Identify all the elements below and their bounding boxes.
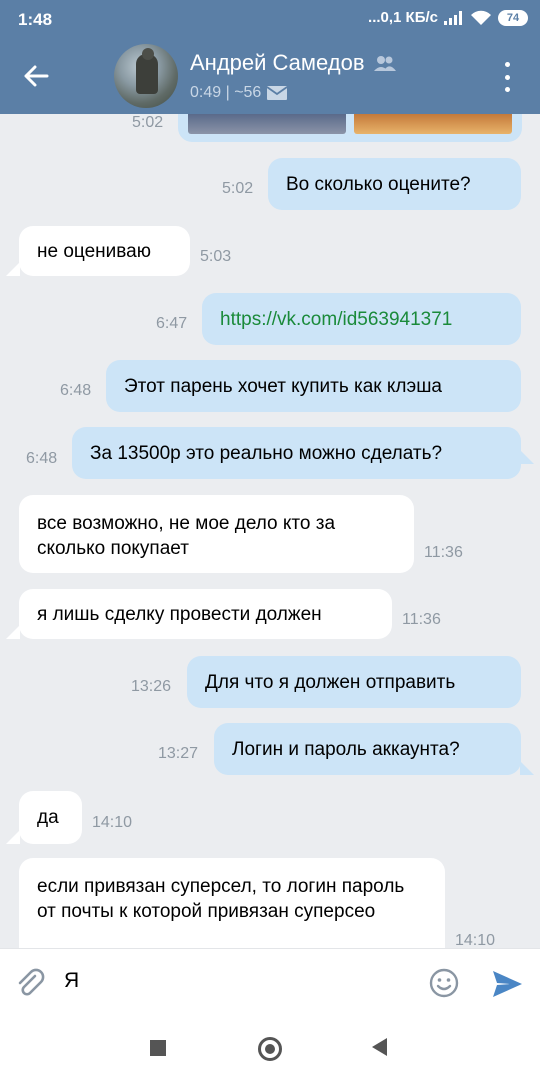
message-time: 5:02 [222, 180, 254, 197]
message-text: Во сколько оцените? [268, 158, 521, 210]
message-link[interactable]: https://vk.com/id563941371 [202, 293, 521, 345]
avatar[interactable] [114, 44, 178, 108]
back-icon[interactable] [372, 1038, 387, 1056]
contact-status: 0:49 | ~56 [190, 84, 288, 102]
message-time: 13:26 [131, 678, 172, 695]
message-text: все возможно, не мое дело кто за сколько… [19, 495, 414, 573]
message-time: 6:47 [156, 315, 188, 332]
home-icon[interactable] [258, 1037, 282, 1061]
message-time: 11:36 [424, 544, 463, 561]
back-arrow-icon [24, 65, 49, 87]
message-list[interactable]: 5:02 Во сколько оцените? 5:02 не оценива… [0, 114, 540, 948]
network-speed: ...0,1 КБ/с [368, 9, 438, 26]
emoji-button[interactable] [428, 967, 460, 999]
chat-header: Андрей Самедов 0:49 | ~56 [0, 38, 540, 114]
message-text: не оцениваю [19, 226, 190, 276]
message-time: 13:27 [158, 745, 199, 762]
send-icon [493, 971, 522, 997]
message-text: Для что я должен отправить [187, 656, 521, 708]
message-time: 14:10 [92, 814, 133, 831]
message-time: 5:03 [200, 248, 232, 265]
compose-bar: Я [0, 948, 540, 1016]
paperclip-icon [18, 968, 45, 996]
message-time: 14:10 [455, 932, 496, 948]
message-text: я лишь сделку провести должен [19, 589, 392, 639]
contact-status-text: 0:49 | ~56 [190, 84, 262, 101]
contact-name[interactable]: Андрей Самедов [190, 50, 397, 76]
message-text: да [19, 791, 82, 844]
message-time: 5:02 [132, 114, 164, 131]
message-input[interactable]: Я [64, 969, 79, 993]
emoji-icon [429, 968, 459, 998]
status-indicators: ...0,1 КБ/с 74 [368, 9, 528, 26]
message-text: Этот парень хочет купить как клэша [106, 360, 521, 412]
message-text: За 13500р это реально можно сделать? [72, 427, 521, 479]
recents-icon[interactable] [150, 1040, 166, 1056]
battery-icon: 74 [498, 9, 528, 26]
send-button[interactable] [490, 967, 524, 1001]
message-text: Логин и пароль аккаунта? [214, 723, 521, 775]
status-bar: 1:48 ...0,1 КБ/с 74 [0, 0, 540, 38]
contact-name-text: Андрей Самедов [190, 50, 365, 75]
mail-icon [267, 86, 288, 100]
image-attachment[interactable] [178, 114, 522, 142]
system-nav-bar [0, 1016, 540, 1080]
message-time: 6:48 [60, 382, 92, 399]
wifi-icon [470, 10, 492, 26]
message-text: если привязан суперсел, то логин пароль … [19, 858, 445, 948]
signal-icon [444, 10, 464, 25]
attach-button[interactable] [14, 967, 48, 1001]
more-vertical-icon[interactable] [502, 62, 512, 92]
message-time: 11:36 [402, 611, 441, 628]
friends-icon [373, 56, 396, 71]
back-button[interactable] [16, 58, 56, 94]
status-time: 1:48 [18, 10, 53, 29]
message-time: 6:48 [26, 450, 58, 467]
